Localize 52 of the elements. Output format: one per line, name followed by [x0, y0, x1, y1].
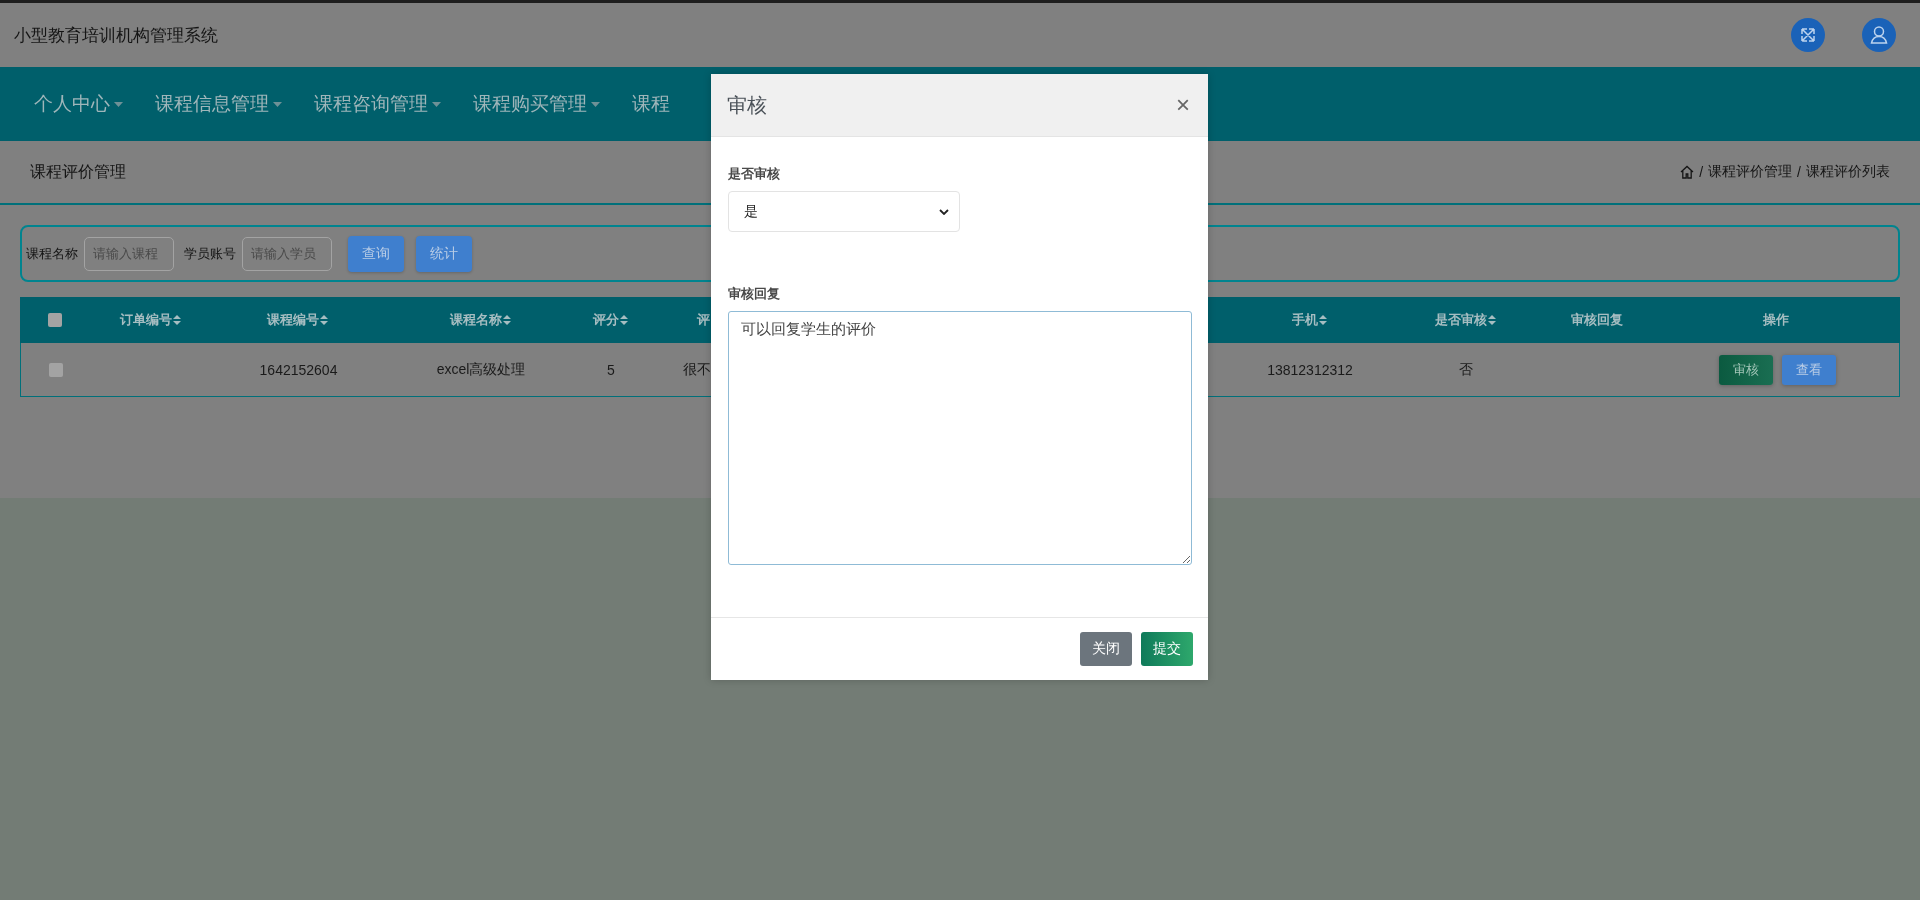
close-button[interactable]: ×: [1174, 93, 1192, 117]
breadcrumb-link[interactable]: 课程评价管理: [1708, 163, 1793, 181]
user-icon[interactable]: [1862, 18, 1896, 52]
sort-icon[interactable]: [1487, 315, 1496, 325]
column-header: 操作: [1763, 311, 1789, 329]
breadcrumb-link[interactable]: 课程评价列表: [1806, 163, 1890, 181]
page-title: 课程评价管理: [30, 161, 126, 182]
field-label: 是否审核: [728, 165, 781, 183]
submit-button[interactable]: 提交: [1141, 632, 1193, 666]
sort-icon[interactable]: [619, 315, 628, 325]
breadcrumb-separator: /: [1797, 164, 1801, 180]
column-header[interactable]: 手机: [1291, 311, 1318, 329]
breadcrumb-separator: /: [1699, 164, 1704, 180]
search-button[interactable]: 查询: [348, 235, 404, 272]
column-header[interactable]: 是否审核: [1434, 311, 1487, 329]
table-cell: 很不: [683, 360, 711, 379]
field-label: 课程名称: [26, 244, 78, 263]
column-header: 审核回复: [1571, 311, 1623, 329]
reply-text-area[interactable]: 可以回复学生的评价: [728, 311, 1192, 565]
sort-icon[interactable]: [320, 315, 328, 325]
nav-menu-item[interactable]: 个人中心: [34, 91, 123, 117]
column-header[interactable]: 课程编号: [267, 311, 319, 329]
sort-icon[interactable]: [502, 315, 511, 325]
app-title: 小型教育培训机构管理系统: [14, 24, 218, 47]
column-header[interactable]: 评分: [592, 311, 619, 329]
column-header[interactable]: 订单编号: [119, 311, 172, 329]
column-header[interactable]: 课程名称: [449, 311, 502, 329]
nav-menu-item[interactable]: 课程咨询管理: [314, 91, 441, 117]
search-button[interactable]: 统计: [416, 235, 472, 272]
close-dialog-button[interactable]: 关闭: [1080, 632, 1132, 666]
checkbox[interactable]: [49, 362, 63, 377]
sort-icon[interactable]: [1318, 315, 1327, 325]
select-field[interactable]: 是: [728, 191, 960, 232]
table-cell: 13812312312: [1267, 361, 1353, 378]
chevron-down-icon: [939, 208, 949, 215]
fullscreen-icon[interactable]: [1791, 18, 1825, 52]
column-header: 评: [697, 311, 710, 329]
checkbox[interactable]: [48, 313, 62, 327]
field-label: 审核回复: [728, 285, 781, 303]
nav-menu-item[interactable]: 课程信息管理: [155, 91, 282, 117]
table-cell: 5: [607, 361, 615, 378]
field-label: 学员账号: [184, 244, 236, 263]
sort-icon[interactable]: [172, 315, 181, 325]
table-cell: 否: [1459, 360, 1473, 379]
row-action-button[interactable]: 审核: [1718, 354, 1773, 385]
table-cell: 1642152604: [259, 361, 338, 378]
table-cell: excel高级处理: [436, 360, 526, 379]
modal-title: 审核: [727, 92, 767, 118]
home-icon[interactable]: [1680, 165, 1695, 179]
nav-menu-item[interactable]: 课程: [632, 91, 670, 117]
row-action-button[interactable]: 查看: [1781, 354, 1836, 385]
nav-menu-item[interactable]: 课程购买管理: [473, 91, 600, 117]
